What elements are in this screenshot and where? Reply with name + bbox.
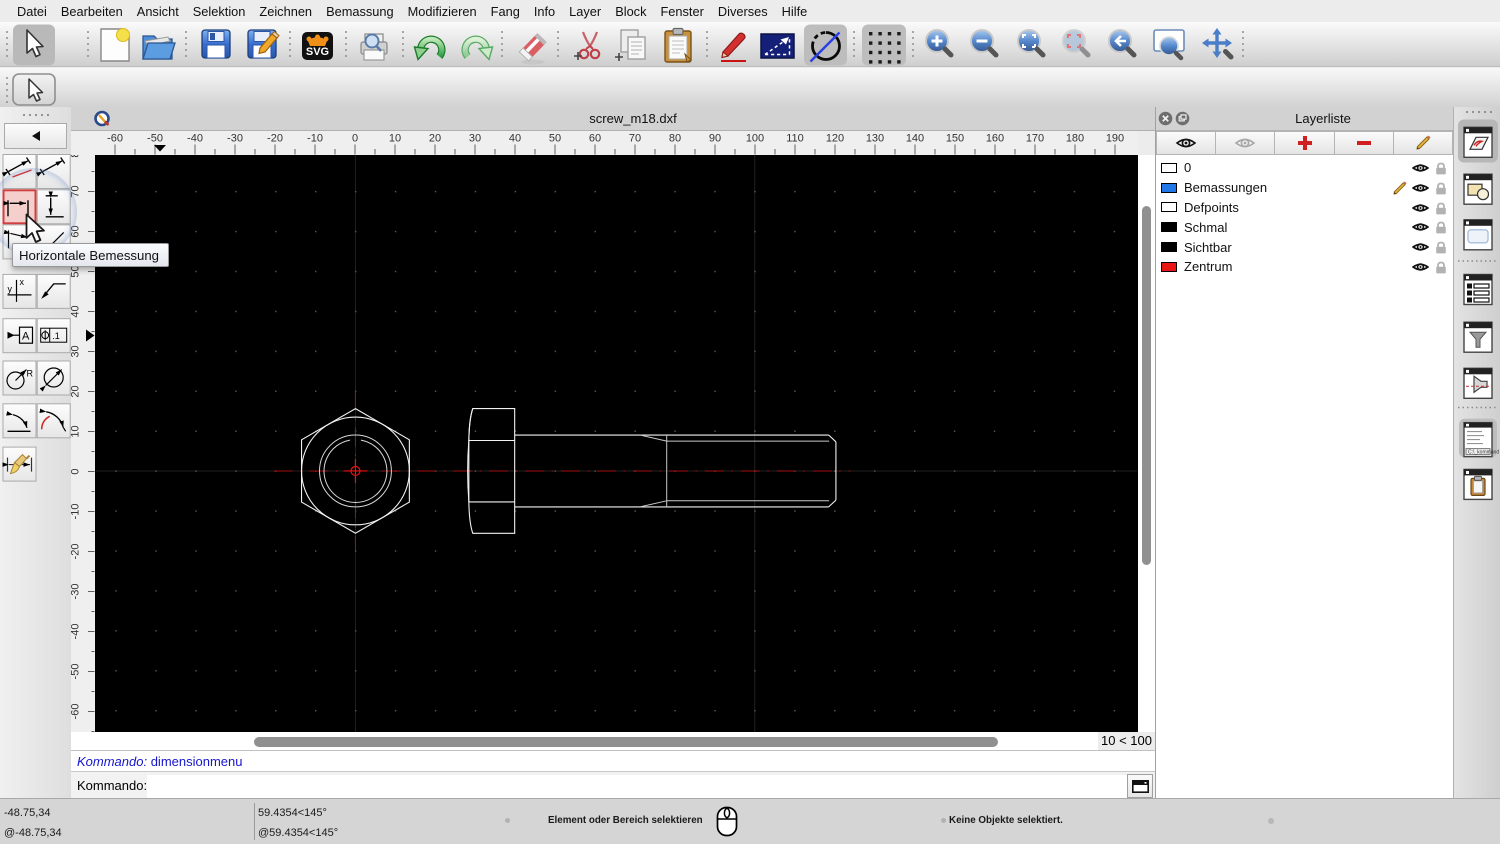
svg-text:20: 20 xyxy=(71,385,82,397)
svg-text:90: 90 xyxy=(709,133,721,145)
svg-text:C:\_kommand: C:\_kommand xyxy=(1468,450,1499,456)
svg-text:40: 40 xyxy=(509,133,521,145)
svg-text:20: 20 xyxy=(429,133,441,145)
svg-text:-40: -40 xyxy=(187,133,203,145)
svg-text:50: 50 xyxy=(71,265,82,277)
svg-text:170: 170 xyxy=(1026,133,1044,145)
svg-text:120: 120 xyxy=(826,133,844,145)
svg-text:190: 190 xyxy=(1106,133,1124,145)
svg-text:-30: -30 xyxy=(71,584,82,600)
svg-text:140: 140 xyxy=(906,133,924,145)
svg-text:130: 130 xyxy=(866,133,884,145)
svg-text:-20: -20 xyxy=(71,544,82,560)
svg-text:160: 160 xyxy=(986,133,1004,145)
svg-text:180: 180 xyxy=(1066,133,1084,145)
svg-text:-60: -60 xyxy=(71,704,82,720)
svg-text:-10: -10 xyxy=(307,133,323,145)
svg-text:SVG: SVG xyxy=(306,46,329,58)
svg-text:A: A xyxy=(22,331,30,343)
svg-text:-50: -50 xyxy=(71,664,82,680)
svg-text:30: 30 xyxy=(469,133,481,145)
svg-text:70: 70 xyxy=(629,133,641,145)
svg-text:0: 0 xyxy=(71,468,82,474)
svg-text:0: 0 xyxy=(352,133,358,145)
svg-text:60: 60 xyxy=(589,133,601,145)
svg-text:-20: -20 xyxy=(267,133,283,145)
svg-text:80: 80 xyxy=(669,133,681,145)
svg-text:-10: -10 xyxy=(71,504,82,520)
svg-text:50: 50 xyxy=(549,133,561,145)
svg-text:80: 80 xyxy=(71,155,82,158)
svg-text:110: 110 xyxy=(786,133,804,145)
svg-text:.1: .1 xyxy=(52,331,60,341)
svg-text:100: 100 xyxy=(746,133,764,145)
svg-text:40: 40 xyxy=(71,305,82,317)
svg-text:screw_m18.dxf: screw_m18.dxf xyxy=(589,111,677,126)
svg-text:10: 10 xyxy=(389,133,401,145)
svg-text:-50: -50 xyxy=(147,133,163,145)
svg-text:x: x xyxy=(20,277,25,287)
svg-text:R: R xyxy=(27,369,34,379)
svg-text:150: 150 xyxy=(946,133,964,145)
svg-text:10: 10 xyxy=(71,425,82,437)
svg-text:Layerliste: Layerliste xyxy=(1295,111,1351,126)
svg-text:y: y xyxy=(8,284,13,294)
svg-text:30: 30 xyxy=(71,345,82,357)
svg-text:-40: -40 xyxy=(71,624,82,640)
svg-text:-60: -60 xyxy=(107,133,123,145)
svg-text:-30: -30 xyxy=(227,133,243,145)
